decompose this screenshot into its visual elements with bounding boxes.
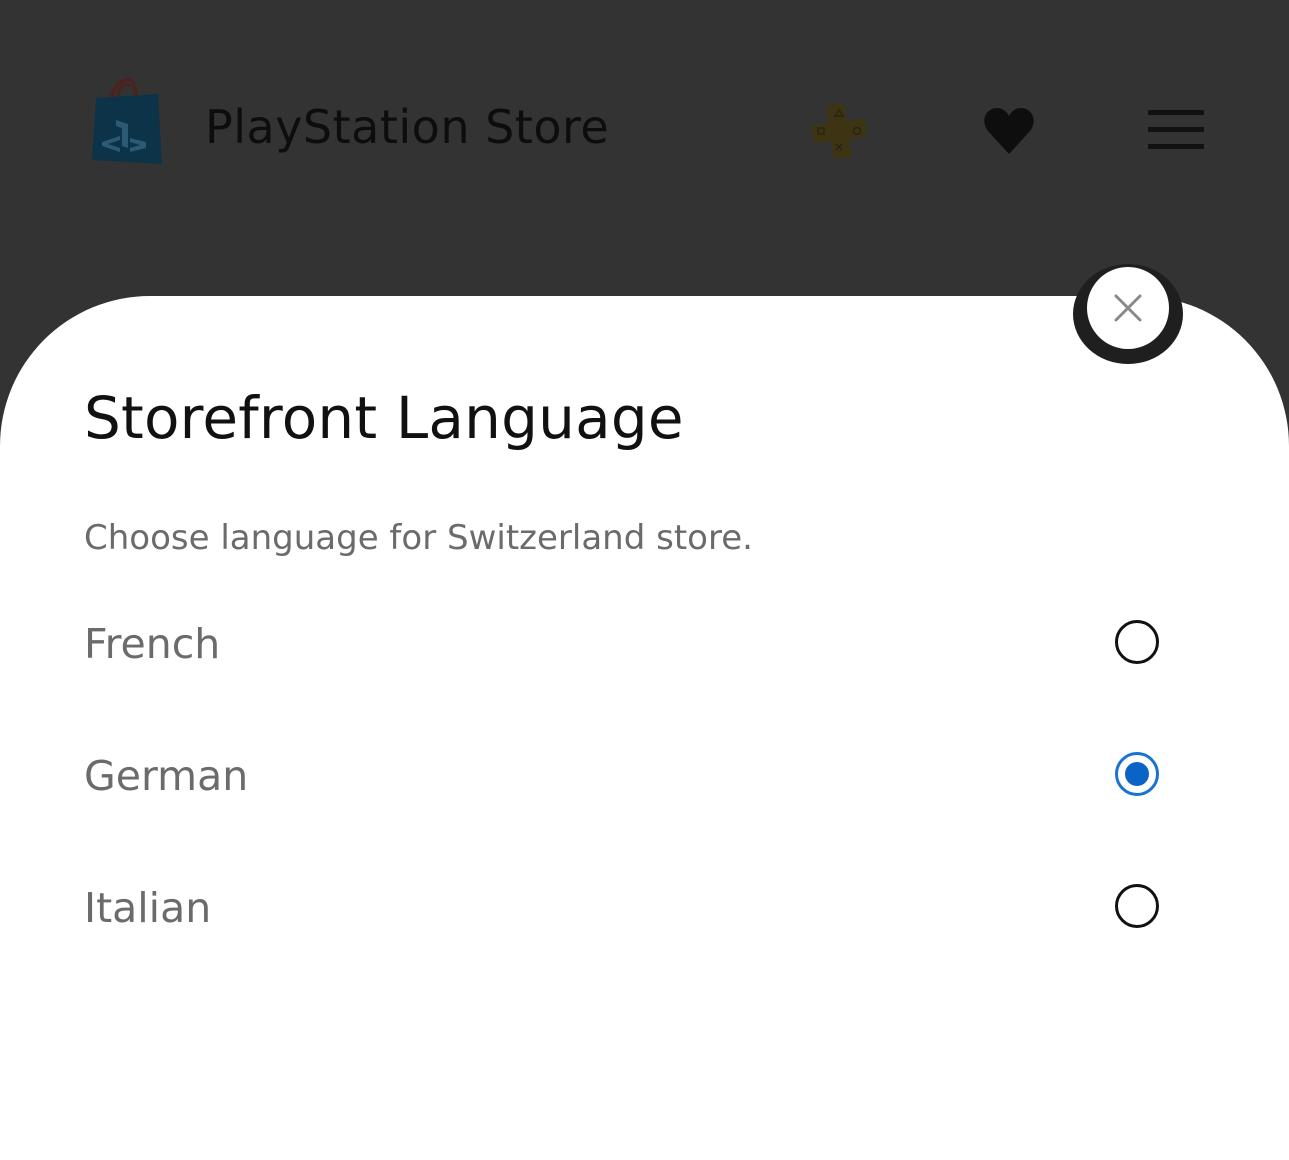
option-label: French xyxy=(84,620,221,668)
radio-italian[interactable] xyxy=(1115,884,1159,928)
close-button[interactable] xyxy=(1087,267,1169,349)
page: PlayStation Store Storefront Language Ch… xyxy=(0,0,1289,1160)
heart-icon[interactable] xyxy=(982,104,1036,158)
language-option-italian[interactable]: Italian xyxy=(84,870,1174,950)
radio-french[interactable] xyxy=(1115,620,1159,664)
store-title[interactable]: PlayStation Store xyxy=(205,100,609,154)
playstation-plus-icon[interactable] xyxy=(808,100,870,162)
dialog-title: Storefront Language xyxy=(84,384,684,452)
language-option-french[interactable]: French xyxy=(84,606,1174,686)
close-icon xyxy=(1114,294,1142,322)
playstation-store-bag-icon[interactable] xyxy=(88,77,164,168)
hamburger-menu-icon[interactable] xyxy=(1148,110,1204,152)
radio-selected-dot xyxy=(1125,762,1149,786)
dialog-subtitle: Choose language for Switzerland store. xyxy=(84,518,753,558)
radio-german[interactable] xyxy=(1115,752,1159,796)
option-label: Italian xyxy=(84,884,212,932)
option-label: German xyxy=(84,752,249,800)
store-header: PlayStation Store xyxy=(0,0,1289,260)
language-option-german[interactable]: German xyxy=(84,738,1174,818)
